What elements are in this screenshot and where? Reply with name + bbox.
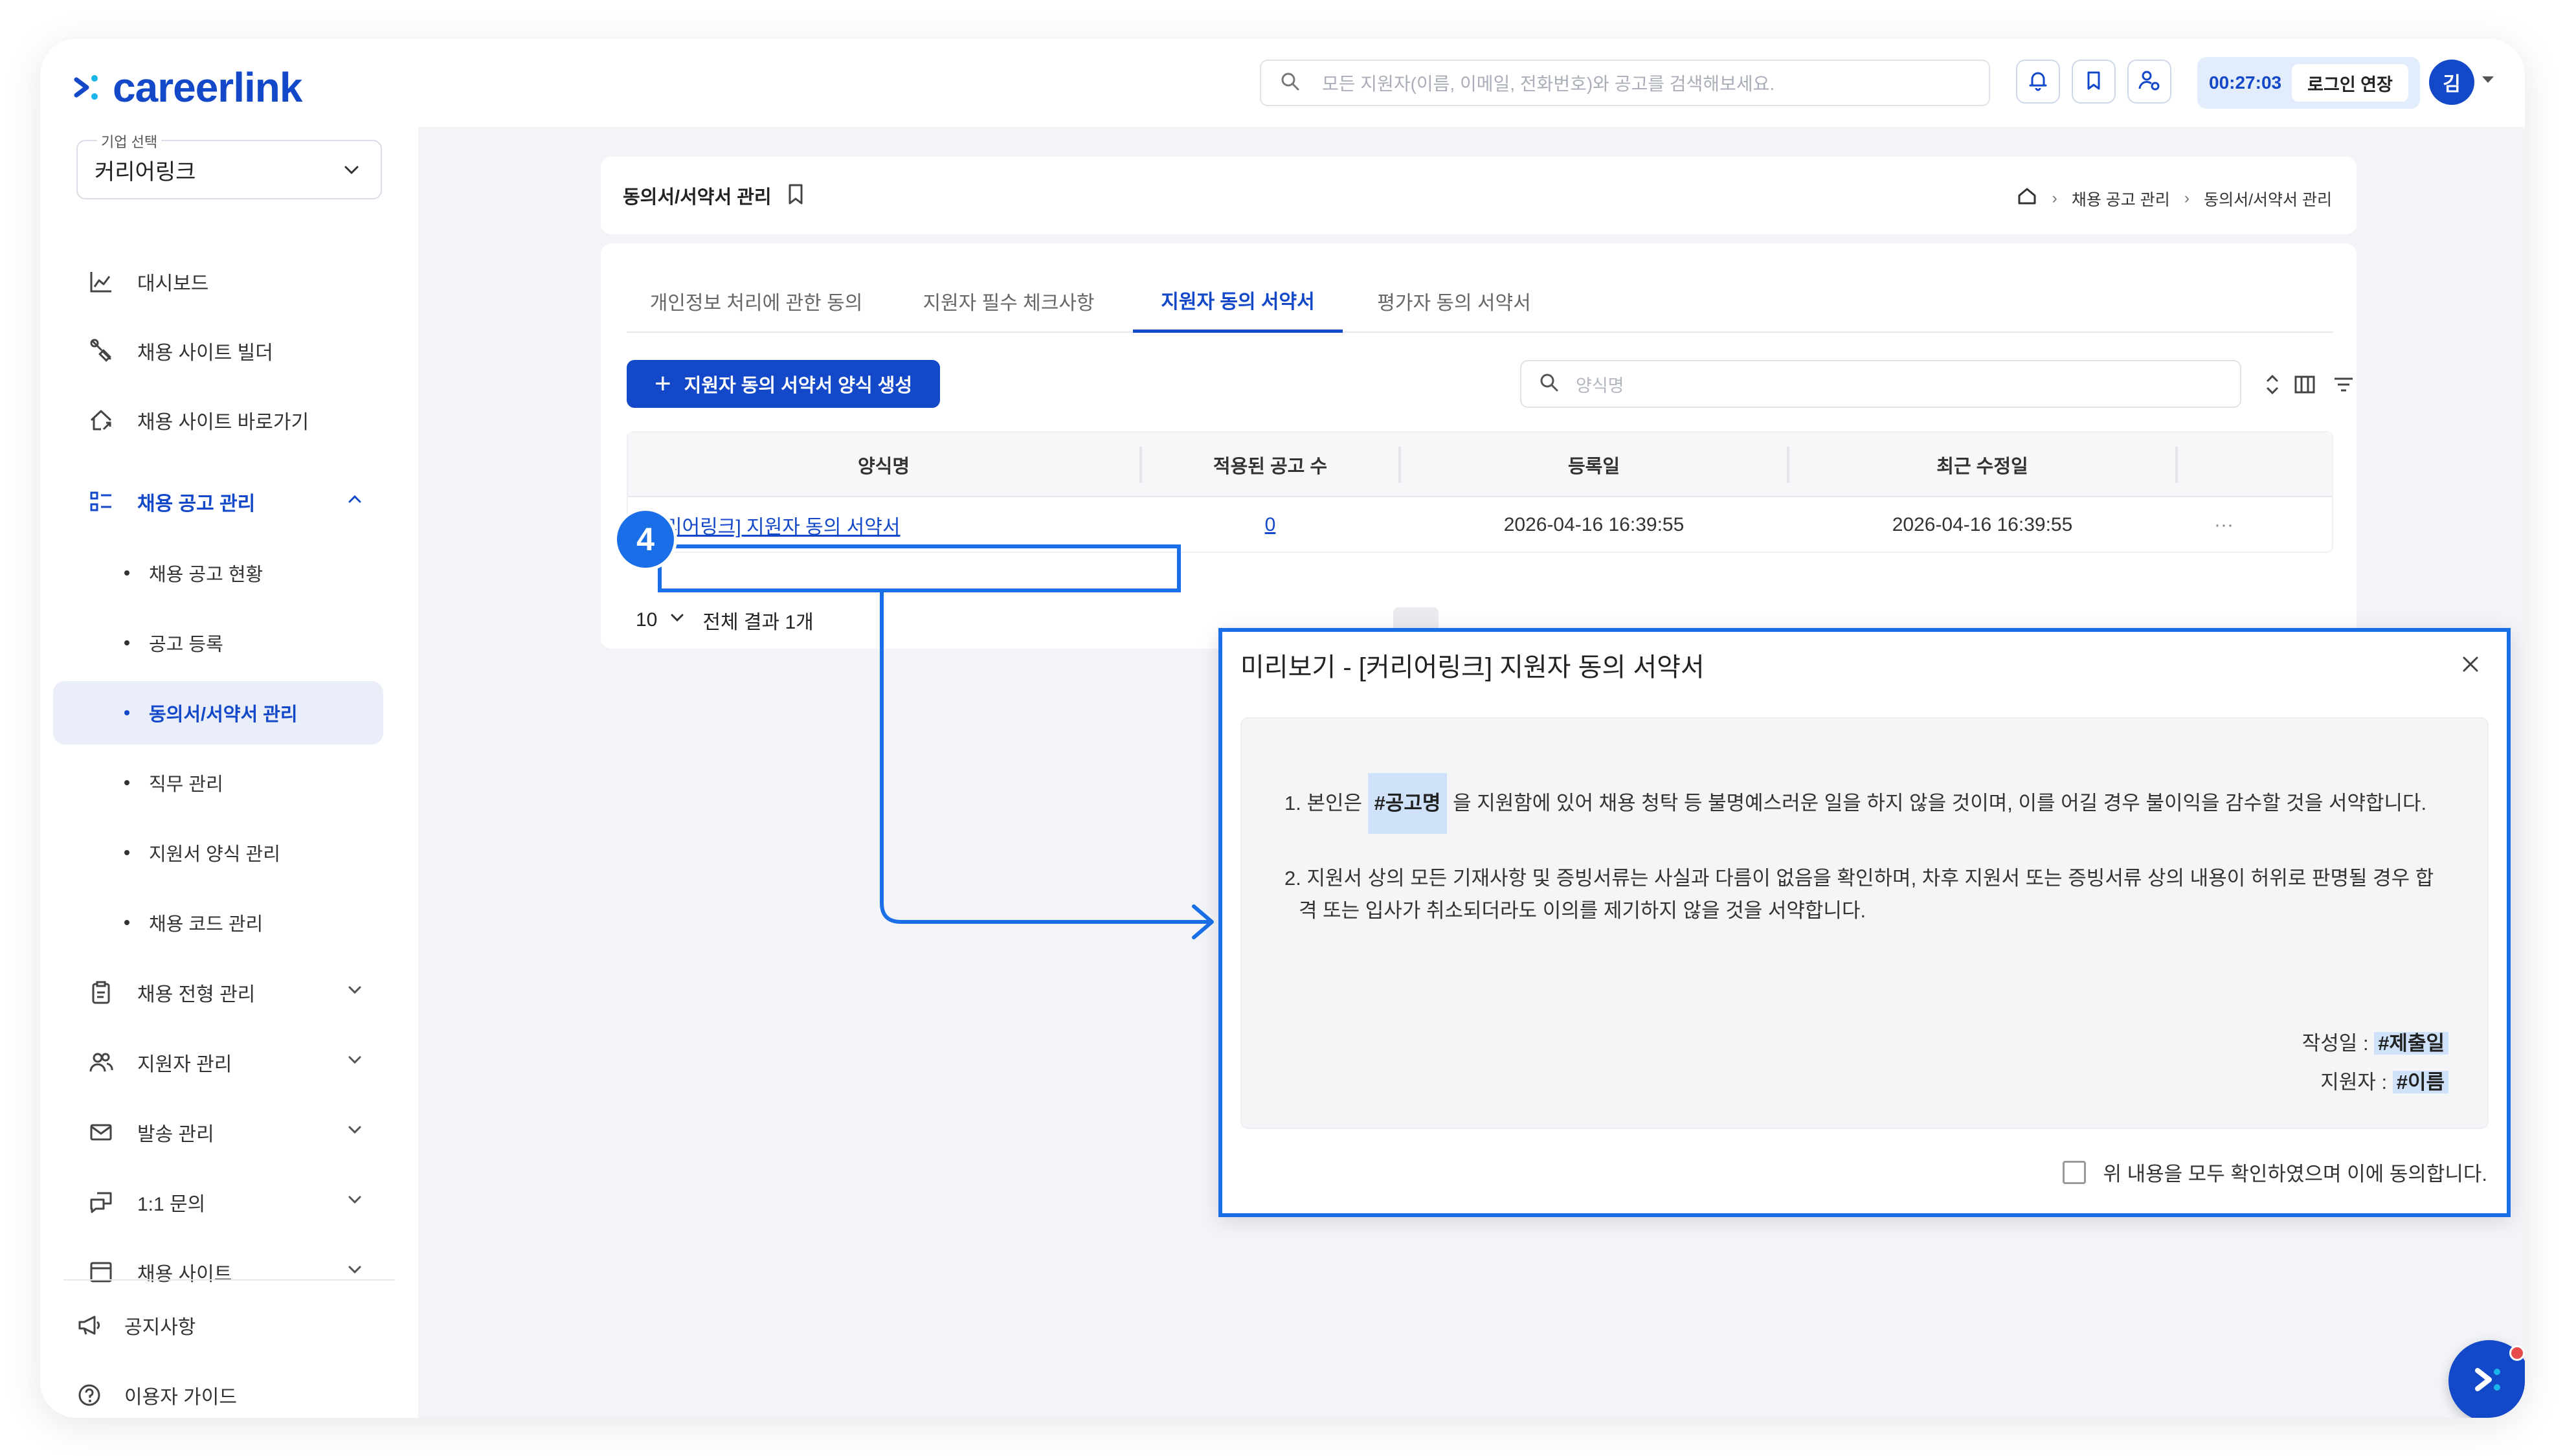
applicant-name: 지원자 : #이름 xyxy=(2320,1066,2448,1095)
close-icon[interactable] xyxy=(2458,651,2483,677)
applicant-label: 지원자 : xyxy=(2320,1071,2388,1093)
step-badge: 4 xyxy=(614,508,677,571)
preview-modal: 미리보기 - [커리어링크] 지원자 동의 서약서 1. 본인은 #공고명 을 … xyxy=(1218,628,2511,1217)
pledge-content: 1. 본인은 #공고명 을 지원함에 있어 채용 청탁 등 불명예스러운 일을 … xyxy=(1240,717,2489,1129)
company-select-label: 기업 선택 xyxy=(97,131,162,151)
agree-label: 위 내용을 모두 확인하였으며 이에 동의합니다. xyxy=(2103,1163,2487,1185)
written-date-label: 작성일 : xyxy=(2302,1032,2369,1055)
agree-checkbox[interactable] xyxy=(2063,1160,2087,1184)
logo-icon xyxy=(2470,1360,2509,1402)
tag-submit-date: #제출일 xyxy=(2374,1032,2448,1055)
chat-launcher-button[interactable] xyxy=(2448,1340,2525,1418)
pledge-clause-1: 1. 본인은 #공고명 을 지원함에 있어 채용 청탁 등 불명예스러운 일을 … xyxy=(1284,773,2426,834)
clause-1-prefix: 1. 본인은 xyxy=(1284,792,1363,814)
app-frame: careerlink 모든 지원자(이름, 이메일, 전화번호)와 공고를 검색… xyxy=(40,39,2525,1418)
agree-checkbox-row[interactable]: 위 내용을 모두 확인하였으며 이에 동의합니다. xyxy=(2063,1158,2487,1187)
notification-dot xyxy=(2509,1345,2525,1361)
tag-name: #이름 xyxy=(2392,1071,2448,1093)
clause-2-line-1: 2. 지원서 상의 모든 기재사항 및 증빙서류는 사실과 다름이 없음을 확인… xyxy=(1284,867,2434,890)
pledge-clause-2: 2. 지원서 상의 모든 기재사항 및 증빙서류는 사실과 다름이 없음을 확인… xyxy=(1284,862,2434,927)
tag-posting-name: #공고명 xyxy=(1367,773,1448,834)
modal-title: 미리보기 - [커리어링크] 지원자 동의 서약서 xyxy=(1240,653,1705,682)
clause-2-line-2: 격 또는 입사가 취소되더라도 이의를 제기하지 않을 것을 서약합니다. xyxy=(1299,899,1866,922)
written-date: 작성일 : #제출일 xyxy=(2302,1027,2448,1056)
annotation-highlight xyxy=(658,544,1181,592)
clause-1-suffix: 을 지원함에 있어 채용 청탁 등 불명예스러운 일을 하지 않을 것이며, 이… xyxy=(1453,792,2427,814)
